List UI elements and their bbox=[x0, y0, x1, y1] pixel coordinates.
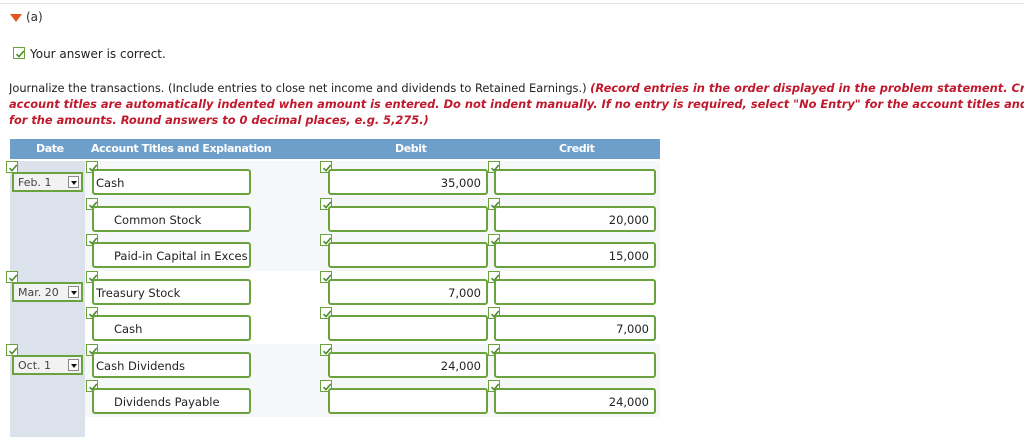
date-value: Oct. 1 bbox=[18, 358, 52, 372]
account-title-text: Cash bbox=[96, 176, 125, 190]
credit-input[interactable]: 24,000 bbox=[494, 388, 656, 414]
account-title-input[interactable]: Cash bbox=[92, 315, 251, 341]
credit-input[interactable]: 15,000 bbox=[494, 242, 656, 268]
answer-status: Your answer is correct. bbox=[30, 47, 166, 61]
account-title-input[interactable]: Common Stock bbox=[92, 205, 251, 232]
account-title-text: Paid-in Capital in Exces bbox=[114, 249, 248, 263]
account-title-input[interactable]: Paid-in Capital in Exces bbox=[92, 242, 251, 268]
account-title-text: Cash Dividends bbox=[96, 358, 186, 373]
header-date: Date bbox=[36, 142, 64, 155]
instructions: Journalize the transactions. (Include en… bbox=[9, 81, 1024, 127]
credit-input[interactable] bbox=[494, 278, 656, 305]
account-title-text: Common Stock bbox=[114, 212, 202, 227]
header-credit: Credit bbox=[559, 142, 595, 155]
debit-amount: 24,000 bbox=[440, 358, 481, 373]
debit-input[interactable] bbox=[328, 315, 488, 341]
dropdown-arrow-icon[interactable] bbox=[68, 358, 79, 371]
debit-input[interactable] bbox=[328, 242, 488, 268]
dropdown-arrow-icon[interactable] bbox=[68, 176, 79, 188]
debit-input[interactable]: 35,000 bbox=[328, 169, 488, 195]
credit-input[interactable]: 20,000 bbox=[494, 205, 656, 232]
correct-check-icon bbox=[13, 47, 25, 59]
account-title-input[interactable]: Dividends Payable bbox=[92, 388, 251, 414]
date-value: Feb. 1 bbox=[18, 176, 52, 189]
credit-input[interactable]: 7,000 bbox=[494, 315, 656, 341]
debit-amount: 35,000 bbox=[440, 176, 481, 190]
debit-input[interactable]: 7,000 bbox=[328, 278, 488, 305]
debit-input[interactable] bbox=[328, 205, 488, 232]
debit-amount: 7,000 bbox=[448, 285, 481, 300]
date-value: Mar. 20 bbox=[18, 285, 59, 299]
account-title-input[interactable]: Treasury Stock bbox=[92, 278, 251, 305]
credit-amount: 24,000 bbox=[608, 395, 649, 409]
account-title-text: Dividends Payable bbox=[114, 395, 220, 409]
date-select[interactable]: Feb. 1 bbox=[12, 172, 83, 192]
credit-input[interactable] bbox=[494, 351, 656, 378]
dropdown-arrow-icon[interactable] bbox=[68, 285, 79, 298]
credit-amount: 20,000 bbox=[608, 212, 649, 227]
account-title-text: Cash bbox=[114, 322, 143, 336]
section-label: (a) bbox=[26, 10, 43, 24]
header-account: Account Titles and Explanation bbox=[91, 142, 272, 155]
top-divider bbox=[0, 3, 1024, 4]
date-select[interactable]: Oct. 1 bbox=[12, 354, 83, 375]
credit-input[interactable] bbox=[494, 169, 656, 195]
table-header: Date Account Titles and Explanation Debi… bbox=[10, 139, 660, 159]
date-select[interactable]: Mar. 20 bbox=[12, 281, 83, 302]
collapse-triangle-icon[interactable] bbox=[10, 14, 22, 22]
account-title-input[interactable]: Cash bbox=[92, 169, 251, 195]
debit-input[interactable]: 24,000 bbox=[328, 351, 488, 378]
credit-amount: 15,000 bbox=[608, 249, 649, 263]
account-title-input[interactable]: Cash Dividends bbox=[92, 351, 251, 378]
debit-input[interactable] bbox=[328, 388, 488, 414]
account-title-text: Treasury Stock bbox=[96, 285, 181, 300]
credit-amount: 7,000 bbox=[616, 322, 649, 336]
header-debit: Debit bbox=[395, 142, 427, 155]
